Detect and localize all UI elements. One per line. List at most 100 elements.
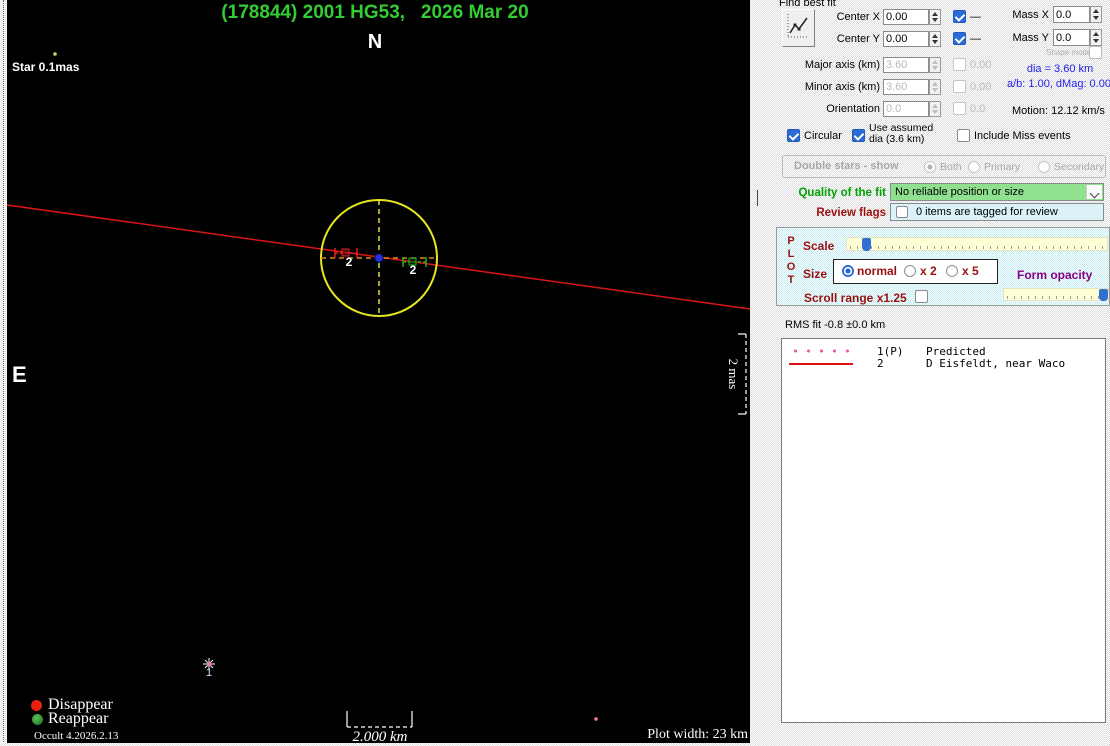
left-window-edge[interactable] (0, 0, 7, 746)
mass-x-spinner[interactable] (1090, 6, 1102, 23)
size-x2-label: x 2 (920, 264, 937, 278)
plot-vertical-letter-o: O (786, 261, 796, 273)
size-normal-radio[interactable] (842, 265, 854, 277)
reappear-legend-dot (32, 714, 43, 725)
center-y-suffix: — (970, 33, 981, 45)
app-version-label: Occult 4.2026.2.13 (34, 730, 119, 742)
use-assumed-label-line2: dia (3.6 km) (869, 133, 925, 145)
minor-axis-suffix: 0.00 (970, 81, 992, 93)
quality-fit-label: Quality of the fit (798, 187, 886, 199)
minor-axis-input[interactable] (883, 79, 929, 95)
circular-checkbox[interactable] (787, 129, 800, 142)
occult-window: (178844) 2001 HG53, 2026 Mar 20 N Star 0… (0, 0, 1110, 746)
major-axis-label: Major axis (km) (804, 59, 880, 71)
km-scale-bracket (346, 711, 413, 728)
disappear-legend-dot (31, 700, 42, 711)
center-x-input[interactable] (883, 9, 929, 25)
find-best-fit-group-label: Find best fit (779, 0, 836, 9)
double-stars-group-label: Double stars - show (794, 160, 899, 172)
center-y-input[interactable] (883, 31, 929, 47)
center-y-label: Center Y (836, 33, 880, 45)
mass-x-input[interactable] (1053, 6, 1090, 23)
shape-model-label: Shape model (1046, 48, 1094, 57)
scale-slider[interactable] (846, 237, 1108, 251)
scroll-range-label: Scroll range x1.25 (804, 291, 907, 305)
double-stars-secondary-radio[interactable] (1038, 161, 1050, 173)
major-axis-suffix: 0.00 (970, 59, 992, 71)
double-stars-both-label: Both (940, 161, 962, 173)
mas-scale-label: 2 mas (726, 358, 741, 390)
motion-info-text: Motion: 12.12 km/s (1012, 105, 1105, 117)
predicted-path-dot (594, 717, 598, 721)
form-opacity-label: Form opacity (1017, 268, 1093, 282)
compass-east-label: E (12, 362, 27, 387)
splitter-grip[interactable] (757, 190, 758, 206)
center-dot (374, 253, 384, 263)
star-diameter-label: Star 0.1mas (12, 60, 80, 74)
double-stars-group: Double stars - show Both Primary Seconda… (782, 155, 1106, 178)
double-stars-secondary-label: Secondary (1054, 161, 1105, 173)
center-y-checkbox[interactable] (953, 32, 966, 45)
form-opacity-slider[interactable] (1003, 288, 1109, 301)
include-miss-events-checkbox[interactable] (957, 129, 970, 142)
plot-canvas (7, 52, 750, 728)
center-y-spinner[interactable] (929, 31, 941, 47)
observations-listbox[interactable]: 1(P) Predicted 2 D Eisfeldt, near Waco (781, 338, 1106, 723)
observation-id: 2 (877, 357, 884, 370)
orientation-checkbox[interactable] (953, 102, 966, 115)
size-normal-label: normal (857, 264, 898, 278)
center-x-label: Center X (836, 11, 880, 23)
size-x5-radio[interactable] (946, 265, 958, 277)
scale-slider-thumb[interactable] (862, 238, 871, 251)
size-x5-label: x 5 (962, 264, 979, 278)
observation-name: D Eisfeldt, near Waco (926, 357, 1066, 370)
orientation-input[interactable] (883, 101, 929, 117)
rms-fit-text: RMS fit -0.8 ±0.0 km (785, 319, 886, 331)
center-x-suffix: — (970, 11, 981, 23)
predicted-station-label: 1 (206, 667, 213, 679)
quality-fit-dropdown[interactable]: No reliable position or size (890, 183, 1104, 201)
major-axis-checkbox[interactable] (953, 58, 966, 71)
form-opacity-slider-thumb[interactable] (1099, 289, 1108, 301)
size-label: Size (803, 267, 828, 281)
plot-vertical-letter-p: P (787, 235, 795, 247)
major-axis-spinner[interactable] (929, 57, 941, 73)
plot-title: (178844) 2001 HG53, 2026 Mar 20 (221, 2, 529, 23)
orientation-spinner[interactable] (929, 101, 941, 117)
orientation-label: Orientation (826, 103, 880, 115)
center-x-checkbox[interactable] (953, 10, 966, 23)
double-stars-primary-radio[interactable] (968, 161, 980, 173)
review-flags-field: 0 items are tagged for review (890, 203, 1104, 221)
diameter-info-text: dia = 3.60 km (1026, 63, 1094, 75)
use-assumed-dia-checkbox[interactable] (852, 129, 865, 142)
chevron-down-icon[interactable] (1086, 185, 1102, 199)
predicted-line-swatch (789, 349, 853, 353)
quality-fit-value: No reliable position or size (895, 186, 1025, 198)
major-axis-input[interactable] (883, 57, 929, 73)
reappear-marker-label: 2 (409, 263, 417, 277)
disappear-marker-label: 2 (345, 255, 353, 269)
mass-y-input[interactable] (1053, 29, 1090, 46)
observed-line-swatch (789, 363, 853, 365)
center-x-spinner[interactable] (929, 9, 941, 25)
mass-y-spinner[interactable] (1090, 29, 1102, 46)
plot-controls-panel: P L O T Scale Size normal x 2 x 5 Form o… (776, 227, 1110, 306)
circular-label: Circular (804, 130, 842, 142)
review-flags-label: Review flags (816, 207, 886, 219)
shape-model-checkbox[interactable] (1089, 46, 1102, 59)
review-flags-checkbox[interactable] (896, 206, 908, 218)
minor-axis-spinner[interactable] (929, 79, 941, 95)
plot-vertical-letter-l: L (787, 248, 795, 260)
double-stars-both-radio[interactable] (924, 161, 936, 173)
occultation-plot-area: (178844) 2001 HG53, 2026 Mar 20 N Star 0… (0, 0, 750, 746)
ab-dmag-info-text: a/b: 1.00, dMag: 0.00 (1007, 78, 1110, 90)
minor-axis-label: Minor axis (km) (804, 81, 880, 93)
mass-x-label: Mass X (1012, 9, 1049, 21)
minor-axis-checkbox[interactable] (953, 80, 966, 93)
size-x2-radio[interactable] (904, 265, 916, 277)
double-stars-primary-label: Primary (984, 161, 1021, 173)
scroll-range-checkbox[interactable] (915, 290, 928, 303)
observation-row-eisfeldt[interactable]: 2 D Eisfeldt, near Waco (782, 357, 1105, 370)
include-miss-events-label: Include Miss events (974, 130, 1071, 142)
reappear-legend-label: Reappear (48, 710, 109, 727)
